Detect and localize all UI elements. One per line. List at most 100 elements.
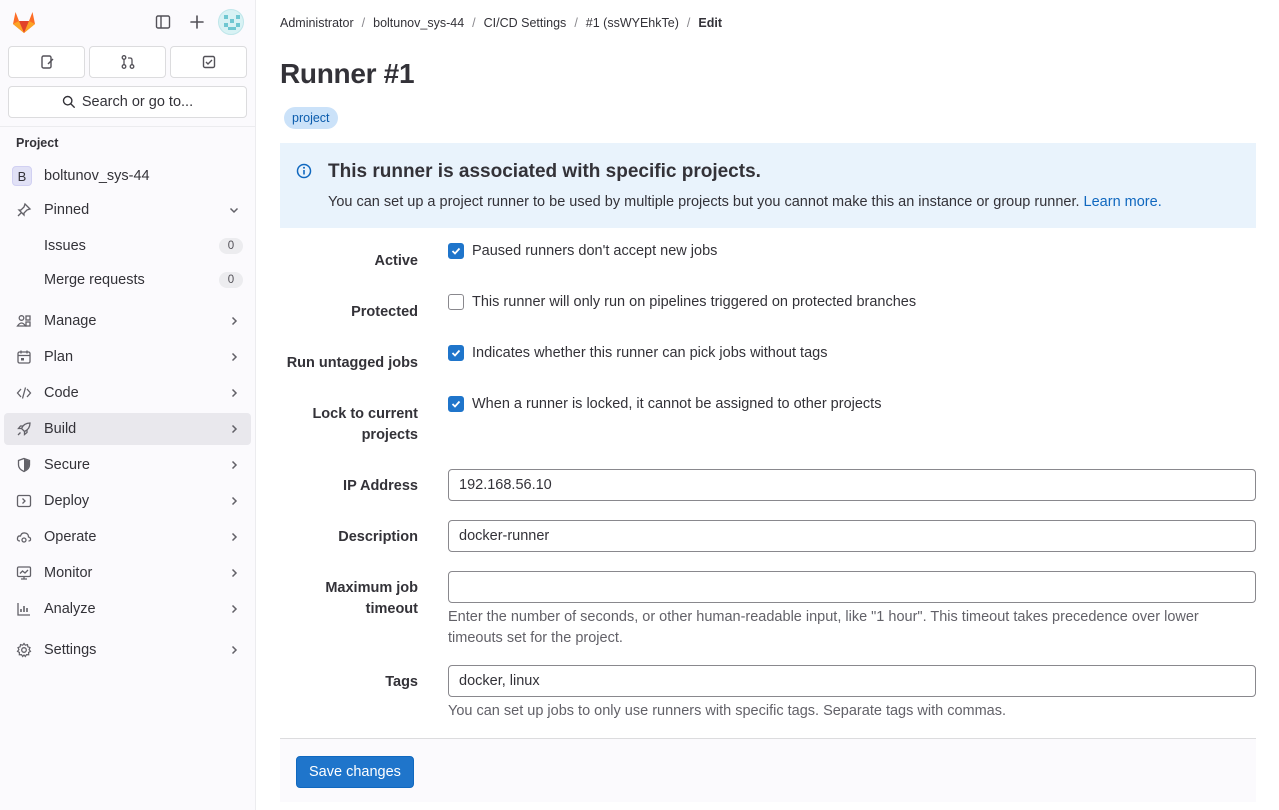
timeout-help-text: Enter the number of seconds, or other hu… <box>448 607 1248 649</box>
monitor-icon <box>16 565 32 581</box>
form-footer: Save changes <box>280 738 1256 802</box>
active-checkbox-row[interactable]: Paused runners don't accept new jobs <box>448 243 717 259</box>
project-link[interactable]: B boltunov_sys-44 <box>4 160 251 192</box>
tags-label: Tags <box>385 674 418 690</box>
active-checkbox[interactable] <box>448 243 464 259</box>
sidebar-item-label: Secure <box>44 457 90 473</box>
breadcrumb-item[interactable]: #1 (ssWYEhkTe) <box>586 16 679 30</box>
ip-address-input[interactable]: 192.168.56.10 <box>448 469 1256 501</box>
protected-label: Protected <box>351 304 418 320</box>
breadcrumb-separator: / <box>574 16 578 30</box>
chevron-right-icon <box>227 314 241 328</box>
save-changes-button[interactable]: Save changes <box>296 756 414 788</box>
sidebar-item-monitor[interactable]: Monitor <box>4 557 251 589</box>
check-icon <box>451 349 461 357</box>
timeout-help-line2: timeouts set for the project. <box>448 630 623 646</box>
sidebar-item-label: Analyze <box>44 601 96 617</box>
active-label: Active <box>374 253 418 269</box>
sidebar-item-label: Settings <box>44 642 97 658</box>
sidebar-item-operate[interactable]: Operate <box>4 521 251 553</box>
page-title: Runner #1 <box>280 58 415 89</box>
project-avatar: B <box>12 166 32 186</box>
chevron-right-icon <box>227 386 241 400</box>
sidebar-item-build[interactable]: Build <box>4 413 251 445</box>
plus-icon[interactable] <box>185 10 209 34</box>
main-content: Administrator / boltunov_sys-44 / CI/CD … <box>256 0 1279 810</box>
cloud-gear-icon <box>16 529 32 545</box>
check-icon <box>451 400 461 408</box>
protected-checkbox[interactable] <box>448 294 464 310</box>
issues-count-badge: 0 <box>219 238 243 254</box>
protected-checkbox-row[interactable]: This runner will only run on pipelines t… <box>448 294 916 310</box>
sidebar-item-analyze[interactable]: Analyze <box>4 593 251 625</box>
search-icon <box>62 95 75 108</box>
sidebar-item-plan[interactable]: Plan <box>4 341 251 373</box>
chevron-right-icon <box>227 494 241 508</box>
sidebar-item-merge-requests[interactable]: Merge requests 0 <box>4 264 251 296</box>
information-icon <box>296 163 312 179</box>
run-untagged-label: Run untagged jobs <box>286 355 418 371</box>
sidebar-item-code[interactable]: Code <box>4 377 251 409</box>
breadcrumb-item[interactable]: Administrator <box>280 16 354 30</box>
breadcrumb-item[interactable]: CI/CD Settings <box>484 16 567 30</box>
sidebar-item-label: Manage <box>44 313 97 329</box>
tags-help-text: You can set up jobs to only use runners … <box>448 703 1007 719</box>
active-checkbox-label: Paused runners don't accept new jobs <box>472 243 718 259</box>
breadcrumb-separator: / <box>361 16 366 30</box>
chevron-right-icon <box>227 530 241 544</box>
sidebar-item-manage[interactable]: Manage <box>4 305 251 337</box>
sidebar-item-secure[interactable]: Secure <box>4 449 251 481</box>
alert-body: You can set up a project runner to be us… <box>328 194 1162 210</box>
learn-more-link[interactable]: Learn more. <box>1084 194 1162 210</box>
timeout-label-line1: Maximum job <box>325 580 418 596</box>
planning-icon <box>16 349 32 365</box>
settings-icon <box>16 642 32 658</box>
run-untagged-checkbox-label: Indicates whether this runner can pick j… <box>472 345 828 361</box>
description-input[interactable]: docker-runner <box>448 520 1256 552</box>
sidebar-item-label: Monitor <box>44 565 93 581</box>
timeout-label-line2: timeout <box>365 601 418 617</box>
chevron-right-icon <box>227 602 241 616</box>
sidebar-item-settings[interactable]: Settings <box>4 634 251 666</box>
run-untagged-checkbox-row[interactable]: Indicates whether this runner can pick j… <box>448 345 827 361</box>
chart-icon <box>16 601 32 617</box>
chevron-right-icon <box>227 422 241 436</box>
check-icon <box>451 247 461 255</box>
search-button[interactable]: Search or go to... <box>8 86 247 118</box>
sidebar-item-label: Issues <box>44 238 86 254</box>
breadcrumb-item[interactable]: boltunov_sys-44 <box>373 16 464 30</box>
ip-address-label: IP Address <box>343 478 418 494</box>
issues-icon <box>40 55 53 69</box>
todo-button[interactable] <box>170 46 247 78</box>
sidebar-item-issues[interactable]: Issues 0 <box>4 230 251 262</box>
description-label: Description <box>338 529 418 545</box>
timeout-input[interactable] <box>448 571 1256 603</box>
gitlab-logo-icon[interactable] <box>11 9 37 35</box>
merge-request-icon <box>121 55 134 69</box>
chevron-down-icon <box>227 203 241 217</box>
tags-input[interactable]: docker, linux <box>448 665 1256 697</box>
merge-requests-count-badge: 0 <box>219 272 243 288</box>
alert-title: This runner is associated with specific … <box>328 161 761 182</box>
search-label: Search or go to... <box>81 94 194 110</box>
code-icon <box>16 385 32 401</box>
sidebar-item-label: Build <box>44 421 77 437</box>
breadcrumb-current: Edit <box>698 16 722 30</box>
rocket-icon <box>16 421 32 437</box>
project-name: boltunov_sys-44 <box>44 168 150 184</box>
runner-scope-badge: project <box>284 107 338 129</box>
timeout-help-line1: Enter the number of seconds, or other hu… <box>448 609 1199 625</box>
run-untagged-checkbox[interactable] <box>448 345 464 361</box>
lock-label-line2: projects <box>361 427 418 443</box>
lock-checkbox[interactable] <box>448 396 464 412</box>
assigned-issues-button[interactable] <box>8 46 85 78</box>
divider <box>0 126 255 127</box>
lock-label-line1: Lock to current <box>312 406 418 422</box>
user-avatar[interactable] <box>218 9 244 35</box>
sidebar-item-deploy[interactable]: Deploy <box>4 485 251 517</box>
deploy-icon <box>16 493 32 509</box>
merge-requests-button[interactable] <box>89 46 166 78</box>
pinned-section-toggle[interactable]: Pinned <box>4 194 251 226</box>
lock-checkbox-row[interactable]: When a runner is locked, it cannot be as… <box>448 396 881 412</box>
sidebar-toggle-icon[interactable] <box>151 10 175 34</box>
